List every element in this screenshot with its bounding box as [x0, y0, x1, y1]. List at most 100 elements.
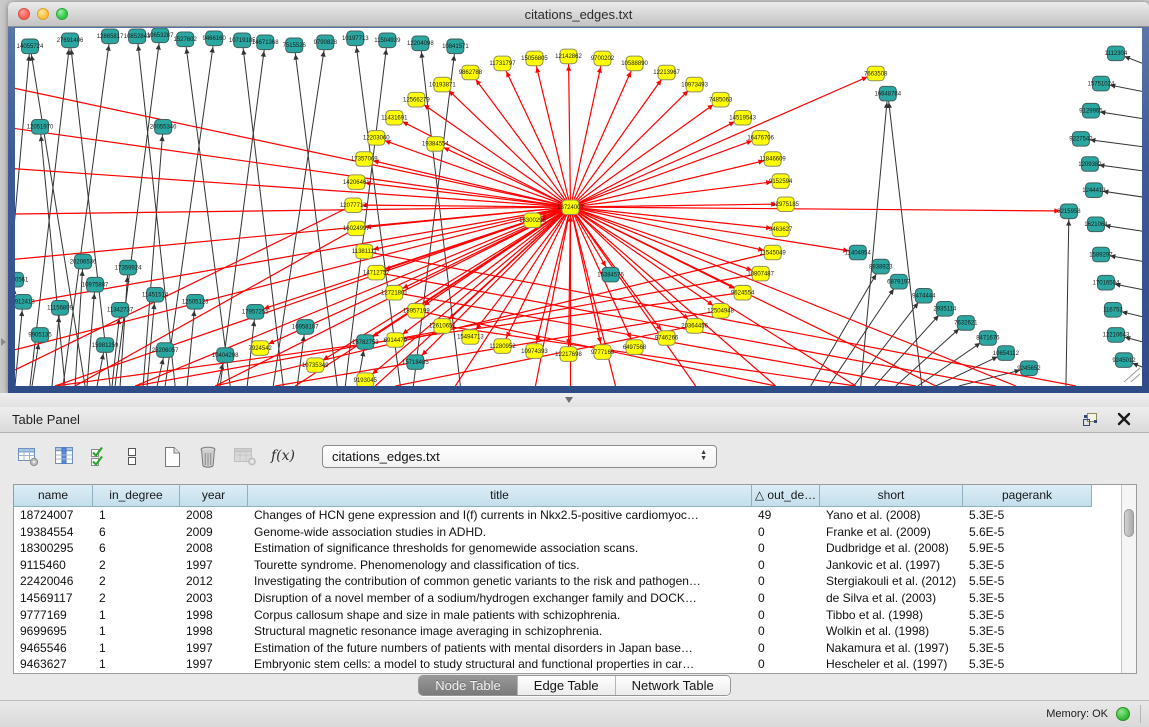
column-header-short[interactable]: short: [820, 485, 963, 507]
table-row[interactable]: 1830029562008Estimation of significance …: [14, 540, 1121, 557]
table-cell[interactable]: 0: [752, 607, 820, 624]
close-panel-icon[interactable]: [1115, 412, 1133, 428]
table-cell[interactable]: 5.3E-5: [963, 656, 1092, 673]
network-window-titlebar[interactable]: citations_edges.txt: [8, 2, 1149, 27]
table-cell[interactable]: 1998: [180, 623, 248, 640]
table-cell[interactable]: 2009: [180, 524, 248, 541]
show-columns-button[interactable]: [50, 443, 80, 469]
table-select-dropdown[interactable]: citations_edges.txt ▲▼: [322, 445, 717, 468]
table-cell[interactable]: 9463627: [14, 656, 93, 673]
table-cell[interactable]: Corpus callosum shape and size in male p…: [248, 607, 752, 624]
table-cell[interactable]: 2008: [180, 540, 248, 557]
table-row[interactable]: 946362711997Embryonic stem cells: a mode…: [14, 656, 1121, 673]
column-header-year[interactable]: year: [180, 485, 248, 507]
table-cell[interactable]: 22420046: [14, 573, 93, 590]
table-row[interactable]: 911546021997Tourette syndrome. Phenomeno…: [14, 557, 1121, 574]
table-cell[interactable]: Changes of HCN gene expression and I(f) …: [248, 507, 752, 524]
column-header-title[interactable]: title: [248, 485, 752, 507]
table-cell[interactable]: 0: [752, 656, 820, 673]
delete-columns-button[interactable]: [194, 443, 224, 469]
split-divider[interactable]: [0, 393, 1149, 407]
table-scrollbar[interactable]: [1121, 485, 1136, 673]
table-cell[interactable]: 0: [752, 573, 820, 590]
table-row[interactable]: 2242004622012Investigating the contribut…: [14, 573, 1121, 590]
table-cell[interactable]: Stergiakouli et al. (2012): [820, 573, 963, 590]
table-cell[interactable]: 1: [93, 623, 180, 640]
table-cell[interactable]: de Silva et al. (2003): [820, 590, 963, 607]
memory-indicator-icon[interactable]: [1116, 707, 1130, 721]
column-header-pagerank[interactable]: pagerank: [963, 485, 1092, 507]
table-cell[interactable]: 2008: [180, 507, 248, 524]
table-cell[interactable]: 1998: [180, 607, 248, 624]
table-cell[interactable]: 14569117: [14, 590, 93, 607]
table-cell[interactable]: Hescheler et al. (1997): [820, 656, 963, 673]
divider-collapse-handle[interactable]: [565, 397, 573, 403]
table-cell[interactable]: Structural magnetic resonance image aver…: [248, 623, 752, 640]
table-row[interactable]: 1456911722003Disruption of a novel membe…: [14, 590, 1121, 607]
float-window-icon[interactable]: [1081, 412, 1099, 428]
table-cell[interactable]: 2: [93, 557, 180, 574]
table-cell[interactable]: Genome-wide association studies in ADHD.: [248, 524, 752, 541]
tab-network-table[interactable]: Network Table: [616, 676, 730, 695]
table-cell[interactable]: 6: [93, 540, 180, 557]
table-cell[interactable]: 0: [752, 524, 820, 541]
table-cell[interactable]: 1997: [180, 640, 248, 657]
table-cell[interactable]: 1997: [180, 656, 248, 673]
table-cell[interactable]: Tourette syndrome. Phenomenology and cla…: [248, 557, 752, 574]
table-cell[interactable]: 18724007: [14, 507, 93, 524]
table-options-button[interactable]: [14, 443, 44, 469]
network-window[interactable]: citations_edges.txt 18724007129751859463…: [8, 2, 1149, 393]
table-cell[interactable]: Wolkin et al. (1998): [820, 623, 963, 640]
tab-edge-table[interactable]: Edge Table: [518, 676, 616, 695]
table-row[interactable]: 969969511998Structural magnetic resonanc…: [14, 623, 1121, 640]
table-cell[interactable]: Disruption of a novel member of a sodium…: [248, 590, 752, 607]
table-cell[interactable]: 0: [752, 590, 820, 607]
table-cell[interactable]: 19384554: [14, 524, 93, 541]
column-header-name[interactable]: name: [14, 485, 93, 507]
table-cell[interactable]: 5.3E-5: [963, 607, 1092, 624]
table-cell[interactable]: 5.3E-5: [963, 623, 1092, 640]
table-cell[interactable]: 1: [93, 607, 180, 624]
table-cell[interactable]: Jankovic et al. (1997): [820, 557, 963, 574]
table-cell[interactable]: 2: [93, 590, 180, 607]
table-cell[interactable]: 5.5E-5: [963, 573, 1092, 590]
table-cell[interactable]: 9465546: [14, 640, 93, 657]
table-cell[interactable]: Embryonic stem cells: a model to study s…: [248, 656, 752, 673]
table-cell[interactable]: Tibbo et al. (1998): [820, 607, 963, 624]
table-cell[interactable]: 1: [93, 640, 180, 657]
tab-node-table[interactable]: Node Table: [419, 676, 518, 695]
table-cell[interactable]: 5.3E-5: [963, 557, 1092, 574]
table-cell[interactable]: 2: [93, 573, 180, 590]
table-cell[interactable]: 18300295: [14, 540, 93, 557]
table-cell[interactable]: 2012: [180, 573, 248, 590]
column-header-in_degree[interactable]: in_degree: [93, 485, 180, 507]
table-cell[interactable]: Estimation of the future numbers of pati…: [248, 640, 752, 657]
table-cell[interactable]: Estimation of significance thresholds fo…: [248, 540, 752, 557]
table-row[interactable]: 1872400712008Changes of HCN gene express…: [14, 507, 1121, 524]
network-canvas[interactable]: 1872400712975185946362711545049108074879…: [15, 28, 1142, 386]
table-scrollbar-thumb[interactable]: [1124, 509, 1134, 537]
table-cell[interactable]: Investigating the contribution of common…: [248, 573, 752, 590]
select-all-button[interactable]: [86, 443, 116, 469]
table-cell[interactable]: 5.3E-5: [963, 640, 1092, 657]
table-cell[interactable]: 1997: [180, 557, 248, 574]
table-cell[interactable]: 49: [752, 507, 820, 524]
table-cell[interactable]: 1: [93, 656, 180, 673]
table-row[interactable]: 946554611997Estimation of the future num…: [14, 640, 1121, 657]
column-header-out_de[interactable]: △ out_de…: [752, 485, 820, 507]
table-row[interactable]: 1938455462009Genome-wide association stu…: [14, 524, 1121, 541]
table-cell[interactable]: Franke et al. (2009): [820, 524, 963, 541]
table-cell[interactable]: 5.6E-5: [963, 524, 1092, 541]
table-cell[interactable]: Nakamura et al. (1997): [820, 640, 963, 657]
table-cell[interactable]: 9777169: [14, 607, 93, 624]
table-cell[interactable]: 0: [752, 557, 820, 574]
table-cell[interactable]: 9115460: [14, 557, 93, 574]
table-row[interactable]: 977716911998Corpus callosum shape and si…: [14, 607, 1121, 624]
table-cell[interactable]: 5.3E-5: [963, 507, 1092, 524]
table-cell[interactable]: 6: [93, 524, 180, 541]
table-cell[interactable]: 0: [752, 623, 820, 640]
table-cell[interactable]: 2003: [180, 590, 248, 607]
table-cell[interactable]: 0: [752, 640, 820, 657]
table-cell[interactable]: Dudbridge et al. (2008): [820, 540, 963, 557]
table-cell[interactable]: 9699695: [14, 623, 93, 640]
